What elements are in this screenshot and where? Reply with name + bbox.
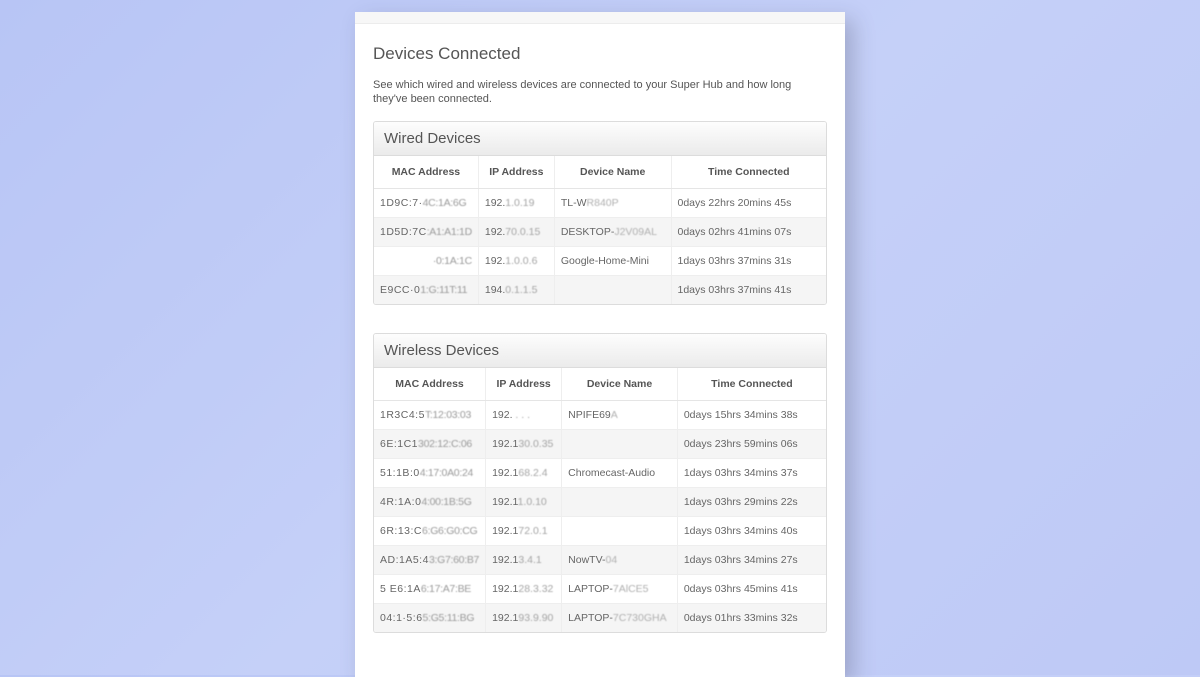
page-title: Devices Connected bbox=[373, 44, 827, 64]
ip-address-cell: 192.13.4.1 bbox=[486, 545, 562, 574]
col-name: Device Name bbox=[554, 156, 671, 189]
ip-address-cell: 192.128.3.32 bbox=[486, 574, 562, 603]
ip-address-cell: 192.1.0.19 bbox=[478, 188, 554, 217]
ip-address-cell: 194.0.1.1.5 bbox=[478, 275, 554, 304]
device-name-cell bbox=[562, 487, 678, 516]
router-admin-panel: Devices Connected See which wired and wi… bbox=[355, 12, 845, 677]
ip-address-cell: 192.130.0.35 bbox=[486, 429, 562, 458]
mac-address-cell: 51:1B:04:17:0A0:24 bbox=[374, 458, 486, 487]
wireless-devices-panel: Wireless Devices MAC Address IP Address … bbox=[373, 333, 827, 633]
table-row: 6R:13:C6:G6:G0:CG192.172.0.1 1days 03hrs … bbox=[374, 516, 826, 545]
time-connected-cell: 1days 03hrs 37mins 41s bbox=[671, 275, 826, 304]
ip-address-cell: 192. . . . bbox=[486, 400, 562, 429]
device-name-cell: LAPTOP-7AlCE5 bbox=[562, 574, 678, 603]
time-connected-cell: 1days 03hrs 34mins 40s bbox=[677, 516, 826, 545]
mac-address-cell: 6R:13:C6:G6:G0:CG bbox=[374, 516, 486, 545]
time-connected-cell: 0days 03hrs 45mins 41s bbox=[677, 574, 826, 603]
wired-devices-panel: Wired Devices MAC Address IP Address Dev… bbox=[373, 121, 827, 305]
ip-address-cell: 192.11.0.10 bbox=[486, 487, 562, 516]
ip-address-cell: 192.193.9.90 bbox=[486, 603, 562, 632]
table-row: 51:1B:04:17:0A0:24192.168.2.4Chromecast-… bbox=[374, 458, 826, 487]
device-name-cell bbox=[562, 429, 678, 458]
device-name-cell: LAPTOP-7C730GHA bbox=[562, 603, 678, 632]
table-row: 4R:1A:04:00:1B:5G192.11.0.10 1days 03hrs … bbox=[374, 487, 826, 516]
mac-address-cell: 04:1·5:65:G5:11:BG bbox=[374, 603, 486, 632]
mac-address-cell: 4R:1A:04:00:1B:5G bbox=[374, 487, 486, 516]
device-name-cell: NPIFE69A bbox=[562, 400, 678, 429]
col-mac: MAC Address bbox=[374, 368, 486, 401]
col-ip: IP Address bbox=[486, 368, 562, 401]
mac-address-cell: 6E:1C1302:12:C:06 bbox=[374, 429, 486, 458]
ip-address-cell: 192.172.0.1 bbox=[486, 516, 562, 545]
device-name-cell bbox=[562, 516, 678, 545]
time-connected-cell: 0days 15hrs 34mins 38s bbox=[677, 400, 826, 429]
col-time: Time Connected bbox=[677, 368, 826, 401]
col-name: Device Name bbox=[562, 368, 678, 401]
wired-devices-header: Wired Devices bbox=[374, 122, 826, 156]
table-row: ·0:1A:1C192.1.0.0.6Google-Home-Mini1days… bbox=[374, 246, 826, 275]
device-name-cell: TL-WR840P bbox=[554, 188, 671, 217]
time-connected-cell: 1days 03hrs 37mins 31s bbox=[671, 246, 826, 275]
device-name-cell: DESKTOP-J2V09AL bbox=[554, 217, 671, 246]
time-connected-cell: 0days 01hrs 33mins 32s bbox=[677, 603, 826, 632]
time-connected-cell: 1days 03hrs 34mins 37s bbox=[677, 458, 826, 487]
device-name-cell: Chromecast-Audio bbox=[562, 458, 678, 487]
wireless-devices-table: MAC Address IP Address Device Name Time … bbox=[374, 368, 826, 632]
top-divider bbox=[355, 12, 845, 24]
mac-address-cell: 5 E6:1A6:17:A7:BE bbox=[374, 574, 486, 603]
table-row: 1R3C4:5T:12:03:03192. . . .NPIFE69A0days… bbox=[374, 400, 826, 429]
time-connected-cell: 0days 22hrs 20mins 45s bbox=[671, 188, 826, 217]
page-intro: See which wired and wireless devices are… bbox=[373, 78, 827, 107]
ip-address-cell: 192.168.2.4 bbox=[486, 458, 562, 487]
device-name-cell: NowTV-04 bbox=[562, 545, 678, 574]
time-connected-cell: 0days 02hrs 41mins 07s bbox=[671, 217, 826, 246]
table-row: AD:1A5:43:G7:60:B7192.13.4.1NowTV-041day… bbox=[374, 545, 826, 574]
time-connected-cell: 1days 03hrs 34mins 27s bbox=[677, 545, 826, 574]
device-name-cell: Google-Home-Mini bbox=[554, 246, 671, 275]
wireless-devices-header: Wireless Devices bbox=[374, 334, 826, 368]
time-connected-cell: 1days 03hrs 29mins 22s bbox=[677, 487, 826, 516]
mac-address-cell: E9CC·01:G:11T:11 bbox=[374, 275, 478, 304]
col-ip: IP Address bbox=[478, 156, 554, 189]
table-row: E9CC·01:G:11T:11194.0.1.1.5 1days 03hrs 3… bbox=[374, 275, 826, 304]
col-time: Time Connected bbox=[671, 156, 826, 189]
mac-address-cell: AD:1A5:43:G7:60:B7 bbox=[374, 545, 486, 574]
mac-address-cell: 1D9C:7·4C:1A:6G bbox=[374, 188, 478, 217]
ip-address-cell: 192.1.0.0.6 bbox=[478, 246, 554, 275]
device-name-cell bbox=[554, 275, 671, 304]
table-row: 04:1·5:65:G5:11:BG192.193.9.90LAPTOP-7C7… bbox=[374, 603, 826, 632]
mac-address-cell: 1R3C4:5T:12:03:03 bbox=[374, 400, 486, 429]
time-connected-cell: 0days 23hrs 59mins 06s bbox=[677, 429, 826, 458]
mac-address-cell: ·0:1A:1C bbox=[374, 246, 478, 275]
table-row: 5 E6:1A6:17:A7:BE192.128.3.32LAPTOP-7AlC… bbox=[374, 574, 826, 603]
table-row: 1D9C:7·4C:1A:6G192.1.0.19TL-WR840P0days … bbox=[374, 188, 826, 217]
mac-address-cell: 1D5D:7C:A1:A1:1D bbox=[374, 217, 478, 246]
table-row: 6E:1C1302:12:C:06192.130.0.35 0days 23hrs… bbox=[374, 429, 826, 458]
col-mac: MAC Address bbox=[374, 156, 478, 189]
table-row: 1D5D:7C:A1:A1:1D192.70.0.15DESKTOP-J2V09… bbox=[374, 217, 826, 246]
ip-address-cell: 192.70.0.15 bbox=[478, 217, 554, 246]
wired-devices-table: MAC Address IP Address Device Name Time … bbox=[374, 156, 826, 304]
